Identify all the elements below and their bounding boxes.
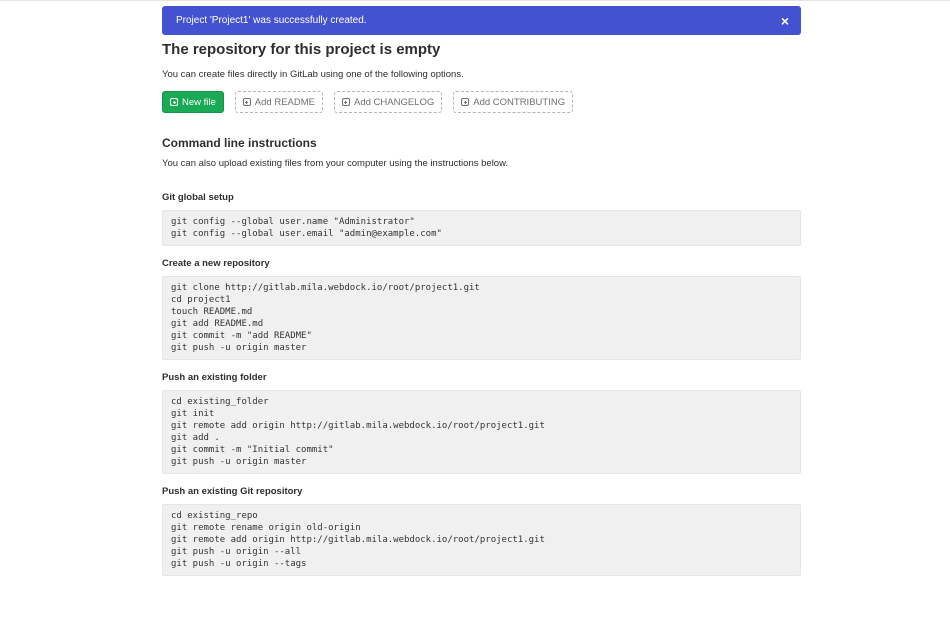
code-block-existing-folder[interactable]: cd existing_foldergit init git remote add… (162, 390, 801, 474)
code-line: git remote add origin http://gitlab.mila… (171, 421, 545, 431)
new-file-label: New file (182, 96, 216, 108)
section-title-existing-folder: Push an existing folder (162, 372, 267, 383)
top-border (0, 0, 950, 1)
add-contributing-label: Add CONTRIBUTING (473, 96, 566, 108)
code-line: git config --global user.email "admin@ex… (171, 229, 442, 239)
cli-description: You can also upload existing files from … (162, 158, 509, 169)
add-readme-label: Add README (254, 96, 315, 108)
plus-square-icon (242, 98, 251, 106)
page-title: The repository for this project is empty (162, 41, 441, 58)
code-line: git commit -m "Initial commit" (171, 445, 334, 455)
code-line: cd existing_folder (171, 397, 269, 407)
code-line: cd project1 (171, 295, 231, 305)
add-changelog-button[interactable]: Add CHANGELOG (333, 91, 443, 113)
code-line: git commit -m "add README" (171, 331, 312, 341)
quick-actions: New file Add README Add CHANGELOG Add CO… (162, 91, 801, 113)
plus-square-icon (341, 98, 350, 106)
flash-notice: Project 'Project1' was successfully crea… (162, 6, 801, 35)
plus-square-icon (461, 98, 470, 106)
section-title-create-repo: Create a new repository (162, 258, 270, 269)
code-line: git init (171, 409, 215, 419)
code-line: git remote rename origin old-origin (171, 523, 361, 533)
close-icon[interactable]: × (781, 14, 789, 28)
code-block-existing-git-repo[interactable]: cd existing_repogit remote rename origin… (162, 504, 801, 576)
code-line: touch README.md (171, 307, 253, 317)
main-content: Project 'Project1' was successfully crea… (162, 6, 801, 576)
empty-description: You can create files directly in GitLab … (162, 69, 464, 80)
code-line: git config --global user.name "Administr… (171, 217, 415, 227)
code-line: git push -u origin --tags (171, 559, 307, 569)
section-title-existing-git-repo: Push an existing Git repository (162, 486, 303, 497)
code-line: git push -u origin master (171, 457, 307, 467)
code-line: git clone http://gitlab.mila.webdock.io/… (171, 283, 480, 293)
flash-message: Project 'Project1' was successfully crea… (176, 15, 367, 26)
code-line: git remote add origin http://gitlab.mila… (171, 535, 545, 545)
add-contributing-button[interactable]: Add CONTRIBUTING (453, 91, 574, 113)
add-changelog-label: Add CHANGELOG (353, 96, 435, 108)
plus-square-icon (170, 98, 178, 106)
code-line: git push -u origin master (171, 343, 307, 353)
code-block-git-global-setup[interactable]: git config --global user.name "Administr… (162, 210, 801, 246)
code-line: git add README.md (171, 319, 264, 329)
new-file-button[interactable]: New file (162, 91, 224, 113)
code-line: cd existing_repo (171, 511, 258, 521)
code-line: git add . (171, 433, 220, 443)
code-line: git push -u origin --all (171, 547, 302, 557)
code-block-create-repo[interactable]: git clone http://gitlab.mila.webdock.io/… (162, 276, 801, 360)
section-title-git-global-setup: Git global setup (162, 192, 234, 203)
add-readme-button[interactable]: Add README (234, 91, 323, 113)
cli-title: Command line instructions (162, 136, 317, 150)
